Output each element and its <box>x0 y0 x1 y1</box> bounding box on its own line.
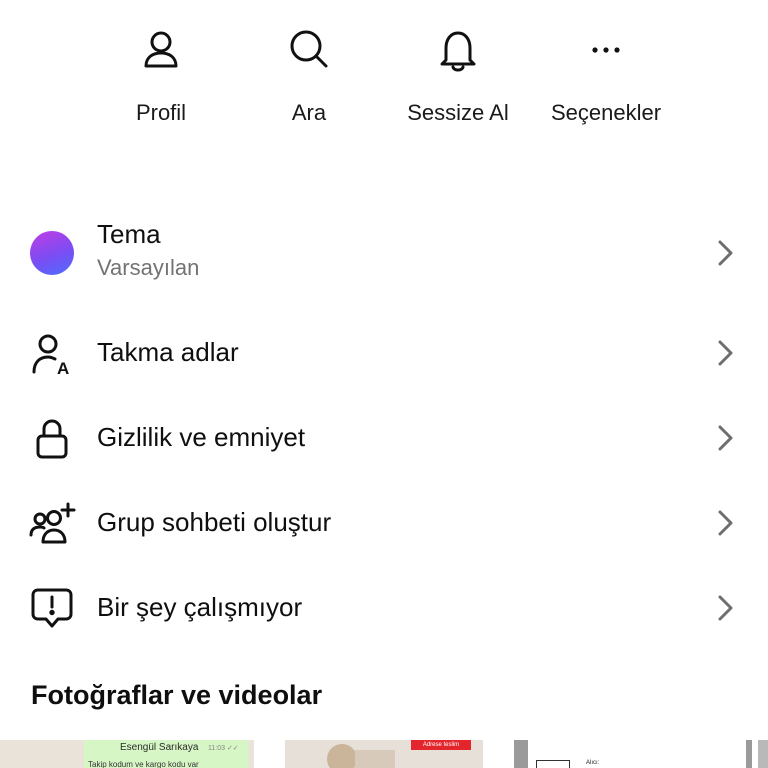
mute-button[interactable]: Sessize Al <box>384 20 532 132</box>
nicknames-row[interactable]: A Takma adlar <box>0 320 768 386</box>
chevron-right-icon <box>708 421 742 455</box>
nicknames-label: Takma adlar <box>97 337 239 367</box>
svg-text:A: A <box>57 359 69 377</box>
thumb-document-text: Alıcı: <box>586 760 600 766</box>
chevron-right-icon <box>708 506 742 540</box>
report-problem-icon <box>28 584 76 632</box>
search-label: Ara <box>291 100 327 125</box>
theme-color-dot <box>30 231 74 275</box>
thumb-tag: Adrese teslim <box>411 740 471 750</box>
options-label: Seçenekler <box>550 100 662 125</box>
photo-preview <box>355 750 395 768</box>
thumb-time: 11:03 ✓✓ <box>208 745 239 752</box>
privacy-label: Gizlilik ve emniyet <box>97 422 306 452</box>
more-options-icon <box>580 24 632 76</box>
chevron-right-icon <box>708 236 742 270</box>
media-thumbnail[interactable]: Adrese teslim <box>285 740 483 768</box>
media-thumbnail[interactable]: Esengül Sarıkaya 11:03 ✓✓ Takip kodum ve… <box>0 740 254 768</box>
document-box <box>536 760 570 768</box>
create-group-row[interactable]: Grup sohbeti oluştur <box>0 490 768 556</box>
search-button[interactable]: Ara <box>235 20 383 132</box>
lock-icon <box>28 414 76 462</box>
bell-icon <box>432 24 484 76</box>
profile-label: Profil <box>135 100 187 125</box>
media-section-title: Fotoğraflar ve videolar <box>31 680 323 710</box>
thumb-sender-name: Esengül Sarıkaya <box>120 742 199 753</box>
person-icon <box>135 24 187 76</box>
report-problem-row[interactable]: Bir şey çalışmıyor <box>0 575 768 641</box>
search-icon <box>283 24 335 76</box>
photo-preview <box>327 744 357 768</box>
theme-title: Tema <box>97 219 161 249</box>
theme-row[interactable]: Tema Varsayılan <box>0 210 768 296</box>
chat-details-screen: Profil Ara Sessize Al Seçenekler Tema Va… <box>0 0 768 768</box>
media-thumbnail[interactable]: Alıcı: <box>514 740 752 768</box>
profile-button[interactable]: Profil <box>87 20 235 132</box>
add-group-icon <box>28 499 76 547</box>
mute-label: Sessize Al <box>407 100 509 125</box>
quick-actions-row: Profil Ara Sessize Al Seçenekler <box>0 0 768 140</box>
thumb-message-text: Takip kodum ve kargo kodu var <box>88 760 199 768</box>
media-thumbnails: Esengül Sarıkaya 11:03 ✓✓ Takip kodum ve… <box>0 740 768 768</box>
chevron-right-icon <box>708 336 742 370</box>
report-problem-label: Bir şey çalışmıyor <box>97 592 303 622</box>
chevron-right-icon <box>708 591 742 625</box>
privacy-row[interactable]: Gizlilik ve emniyet <box>0 405 768 471</box>
create-group-label: Grup sohbeti oluştur <box>97 507 332 537</box>
options-button[interactable]: Seçenekler <box>532 20 680 132</box>
theme-subtitle: Varsayılan <box>97 255 200 280</box>
nickname-icon: A <box>28 329 76 377</box>
media-thumbnail[interactable] <box>758 740 768 768</box>
